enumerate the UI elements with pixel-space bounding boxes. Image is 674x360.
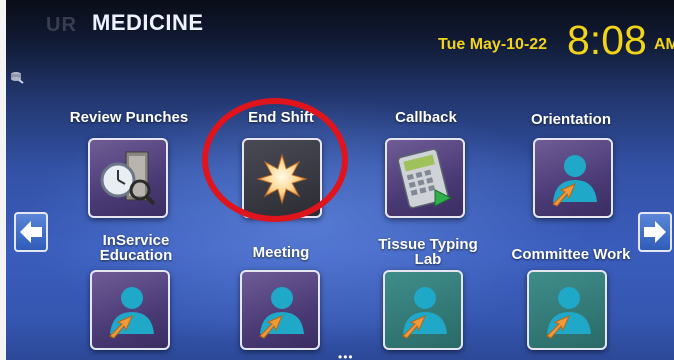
next-page-button[interactable] [638, 212, 672, 252]
user-arrow-icon [259, 287, 304, 339]
tile-label-meeting: Meeting [252, 244, 310, 261]
tile-label-review-punches: Review Punches [69, 109, 189, 126]
tile-label-inservice-education: InService Education [99, 232, 173, 264]
page-indicator: ••• [338, 350, 354, 360]
tissue-typing-lab-button[interactable] [383, 270, 463, 350]
committee-work-button[interactable] [527, 270, 607, 350]
tile-label-end-shift: End Shift [248, 109, 314, 126]
logo-faint: UR [46, 14, 77, 36]
callback-button[interactable] [385, 138, 465, 218]
arrow-right-icon [644, 221, 666, 243]
am-pm-indicator: AM [654, 36, 674, 53]
user-arrow-icon [402, 287, 447, 339]
network-status-icon [11, 72, 24, 84]
meeting-button[interactable] [240, 270, 320, 350]
tile-label-tissue-typing-lab: Tissue Typing Lab [378, 236, 478, 268]
tile-label-orientation: Orientation [530, 111, 611, 128]
time-clock-search-icon [100, 151, 156, 206]
tile-label-callback: Callback [395, 109, 457, 126]
tile-label-committee-work: Committee Work [511, 246, 631, 263]
arrow-left-icon [20, 221, 42, 243]
user-arrow-icon [109, 287, 154, 339]
orientation-button[interactable] [533, 138, 613, 218]
end-shift-button[interactable] [242, 138, 322, 218]
calculator-icon [397, 148, 453, 209]
star-burst-icon [256, 153, 308, 205]
inservice-education-button[interactable] [90, 270, 170, 350]
review-punches-button[interactable] [88, 138, 168, 218]
date-display: Tue May-10-22 [438, 36, 548, 53]
previous-page-button[interactable] [14, 212, 48, 252]
timeclock-screen: UR MEDICINE Tue May-10-22 8:08 AM Review… [6, 0, 674, 360]
clock-display: 8:08 [567, 17, 647, 63]
user-arrow-icon [552, 155, 597, 207]
logo: MEDICINE [92, 10, 204, 35]
user-arrow-icon [546, 287, 591, 339]
